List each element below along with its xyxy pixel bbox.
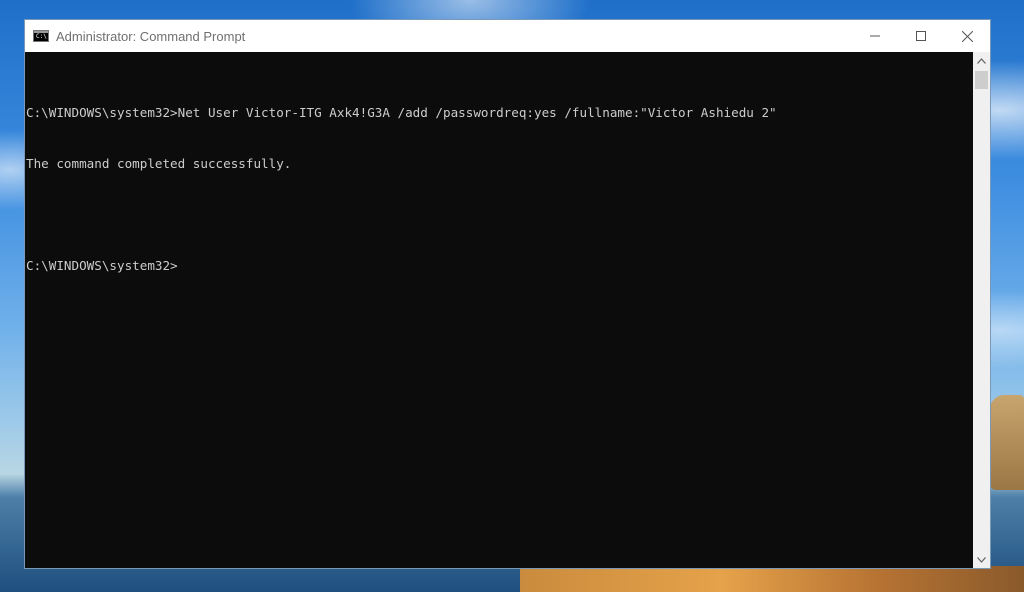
minimize-icon [870, 35, 880, 37]
scroll-up-button[interactable] [973, 52, 990, 69]
title-bar[interactable]: C:\ Administrator: Command Prompt [25, 20, 990, 52]
window-title: Administrator: Command Prompt [56, 28, 246, 44]
desktop-wallpaper-beach [520, 566, 1024, 592]
window-controls [852, 20, 990, 52]
maximize-button[interactable] [898, 20, 944, 52]
console-line-prompt: C:\WINDOWS\system32> [26, 258, 178, 273]
close-icon [961, 30, 973, 42]
command-prompt-window[interactable]: C:\ Administrator: Command Prompt C:\WIN… [24, 19, 991, 569]
console-output[interactable]: C:\WINDOWS\system32>Net User Victor-ITG … [25, 52, 973, 568]
maximize-icon [916, 31, 926, 41]
scroll-down-button[interactable] [973, 551, 990, 568]
cmd-icon-glyph: C:\ [36, 33, 47, 40]
scrollbar-thumb[interactable] [975, 71, 988, 89]
console-line-result: The command completed successfully. [26, 156, 292, 171]
close-button[interactable] [944, 20, 990, 52]
chevron-up-icon [977, 57, 986, 64]
console-line-command: C:\WINDOWS\system32>Net User Victor-ITG … [26, 105, 777, 120]
minimize-button[interactable] [852, 20, 898, 52]
cmd-app-icon[interactable]: C:\ [33, 30, 49, 42]
chevron-down-icon [977, 556, 986, 563]
vertical-scrollbar[interactable] [973, 52, 990, 568]
desktop-wallpaper-rock [990, 395, 1024, 490]
